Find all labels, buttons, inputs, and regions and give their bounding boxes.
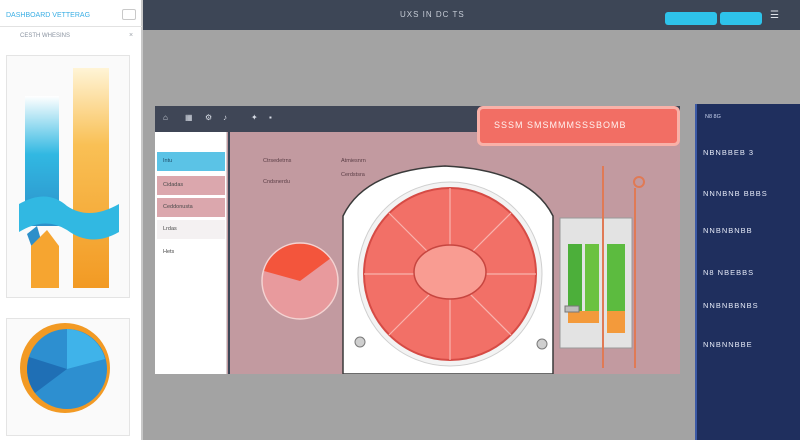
battery-cell-warn [568,311,599,323]
window-icon[interactable] [122,9,136,20]
ribbon-chart-graphic [19,68,119,288]
pie-chart-graphic [20,323,110,413]
right-panel: N8 8G NBNBBEB 3 NNNBNB BBBS NNBNBNBB N8 … [695,104,800,440]
connector [564,305,580,313]
panel-subtitle: CESTH WHESINS [20,33,71,39]
right-panel-row[interactable]: NNBNNBBE [703,340,795,349]
pie-card [6,318,130,436]
close-icon[interactable]: × [129,32,133,39]
pipe-hook [633,176,645,188]
battery-cell-warn [607,311,625,333]
right-panel-row[interactable]: NNNBNB BBBS [703,189,795,198]
right-panel-row[interactable]: NNBNBNBB [703,226,795,235]
battery-cell [568,244,582,314]
knob-left[interactable] [354,336,366,348]
window-title: UXS IN DC TS [400,10,465,19]
device-illustration [261,165,645,374]
battery-cell [585,244,599,314]
alert-text: SSSM SMSMMMSSSBOMB [494,120,627,130]
secondary-button[interactable] [720,12,762,25]
alert-banner[interactable]: SSSM SMSMMMSSSBOMB [477,106,680,146]
divider [0,26,142,27]
battery-cell [607,244,625,314]
right-panel-row[interactable]: NNBNBBNBS [703,301,795,310]
right-panel-row[interactable]: N8 NBEBBS [703,268,795,277]
dial-center[interactable] [413,244,487,300]
right-panel-header: N8 8G [705,114,721,120]
orange-bar [73,68,109,288]
chart-card [6,55,130,298]
right-panel-row[interactable]: NBNBBEB 3 [703,148,795,157]
primary-button[interactable] [665,12,717,25]
app-title: DASHBOARD VETTERAG [6,12,91,19]
knob-right[interactable] [536,338,548,350]
left-panel: DASHBOARD VETTERAG CESTH WHESINS × [0,0,143,440]
menu-icon[interactable]: ☰ [770,11,779,21]
main-window: ⌂ ▦ ⚙ ♪ ✦ ▪ Intu Cidadas Ceddonusta Lrda… [155,106,680,374]
